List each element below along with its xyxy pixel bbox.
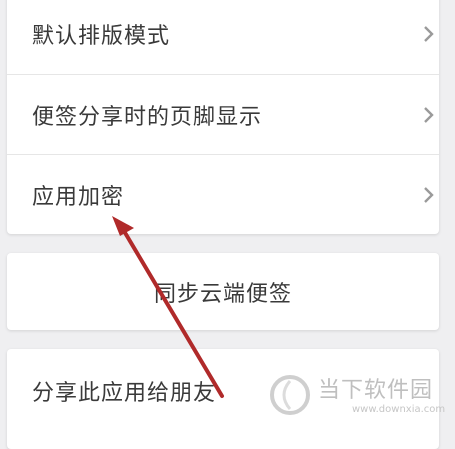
chevron-right-icon xyxy=(424,187,434,203)
watermark-url: www.downxia.com xyxy=(352,404,446,415)
setting-share-footer-display[interactable]: 便签分享时的页脚显示 xyxy=(7,75,439,155)
chevron-right-icon xyxy=(424,107,434,123)
watermark-title: 当下软件园 xyxy=(318,378,434,403)
share-label: 分享此应用给朋友 xyxy=(32,381,217,406)
watermark-logo-icon xyxy=(270,375,310,415)
setting-label: 默认排版模式 xyxy=(32,24,171,49)
sync-cloud-notes-button[interactable]: 同步云端便签 xyxy=(7,253,439,330)
setting-label: 应用加密 xyxy=(32,185,125,210)
chevron-right-icon xyxy=(424,26,434,42)
sync-label: 同步云端便签 xyxy=(153,281,292,307)
setting-default-layout-mode[interactable]: 默认排版模式 xyxy=(7,0,439,74)
settings-card: 默认排版模式 便签分享时的页脚显示 应用加密 xyxy=(7,0,439,234)
setting-app-encryption[interactable]: 应用加密 xyxy=(7,155,439,234)
setting-label: 便签分享时的页脚显示 xyxy=(32,105,263,130)
